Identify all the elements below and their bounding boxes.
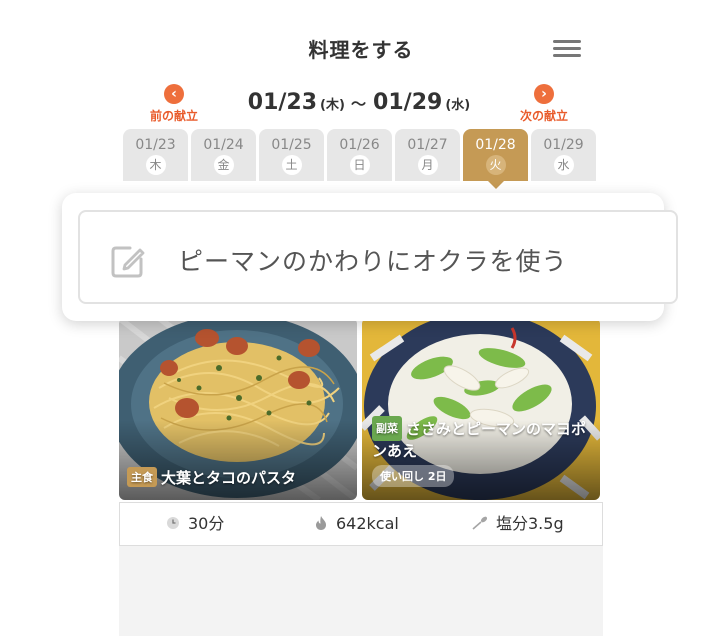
tab-weekday: 日 [349,155,370,175]
side-dish-title: 副菜 ささみとピーマンのマヨポンあえ [372,416,598,462]
recipe-cards: 主食 大葉とタコのパスタ 副菜 ささみとピーマンのマヨポンあえ 使い回し 2日 [119,318,603,502]
end-date: 01/29 [373,90,443,115]
day-tab[interactable]: 01/27 月 [395,129,460,181]
day-tab[interactable]: 01/24 金 [191,129,256,181]
side-dish-name: ささみとピーマンのマヨポンあえ [372,420,587,460]
tab-date: 01/28 [475,137,516,153]
day-tab[interactable]: 01/25 土 [259,129,324,181]
main-dish-tag: 主食 [127,467,157,487]
start-weekday: (木) [320,98,345,113]
week-range: 01/23 (木) ～ 01/29 (水) [179,90,543,115]
tab-weekday: 水 [553,155,574,175]
main-dish-name: 大葉とタコのパスタ [161,469,297,487]
substitute-ingredient-button[interactable]: ピーマンのかわりにオクラを使う [78,210,678,304]
day-tabs: 01/23 木 01/24 金 01/25 土 01/26 日 01/27 月 01/28… [123,129,603,181]
calories-value: 642kcal [336,514,399,533]
active-tab-caret-icon [488,181,504,189]
tab-date: 01/26 [339,137,380,153]
day-tab[interactable]: 01/23 木 [123,129,188,181]
day-tab[interactable]: 01/26 日 [327,129,392,181]
empty-area [119,546,603,636]
next-menu-button[interactable]: › 次の献立 [509,84,579,124]
tab-date: 01/29 [543,137,584,153]
nutrition-stats: 30分 642kcal 塩分3.5g [119,502,603,546]
flame-icon [316,516,326,530]
main-dish-card[interactable]: 主食 大葉とタコのパスタ [119,318,357,500]
week-navigation: ‹ 前の献立 01/23 (木) ～ 01/29 (水) › 次の献立 [119,84,603,124]
end-weekday: (水) [445,98,471,113]
calories: 642kcal [314,503,399,545]
next-menu-label: 次の献立 [519,109,568,123]
tab-weekday: 金 [213,155,234,175]
page-title: 料理をする [308,38,414,62]
main-dish-title: 主食 大葉とタコのパスタ [127,467,296,488]
day-tab[interactable]: 01/29 水 [531,129,596,181]
header: 料理をする [119,0,603,90]
chevron-right-icon: › [534,84,554,104]
tab-date: 01/27 [407,137,448,153]
popup-text: ピーマンのかわりにオクラを使う [178,247,568,276]
tab-weekday: 火 [485,155,506,175]
clock-icon [167,517,179,529]
hamburger-menu-icon[interactable] [551,38,583,60]
spoon-icon [472,516,488,530]
reuse-badge: 使い回し 2日 [372,465,455,487]
salt: 塩分3.5g [472,503,564,545]
range-separator: ～ [350,95,366,113]
cook-time: 30分 [166,503,224,545]
side-dish-tag: 副菜 [372,416,402,441]
tab-date: 01/24 [203,137,244,153]
tab-date: 01/23 [135,137,176,153]
cook-time-value: 30分 [188,514,225,533]
tab-weekday: 月 [417,155,438,175]
card-shade [119,420,357,500]
day-tab-active[interactable]: 01/28 火 [463,129,528,181]
tab-weekday: 木 [145,155,166,175]
edit-icon [111,246,145,278]
suggestion-popup: ピーマンのかわりにオクラを使う [62,193,678,321]
tab-weekday: 土 [281,155,302,175]
tab-date: 01/25 [271,137,312,153]
salt-value: 塩分3.5g [496,514,564,533]
side-dish-card[interactable]: 副菜 ささみとピーマンのマヨポンあえ 使い回し 2日 [362,318,600,500]
start-date: 01/23 [247,90,318,115]
